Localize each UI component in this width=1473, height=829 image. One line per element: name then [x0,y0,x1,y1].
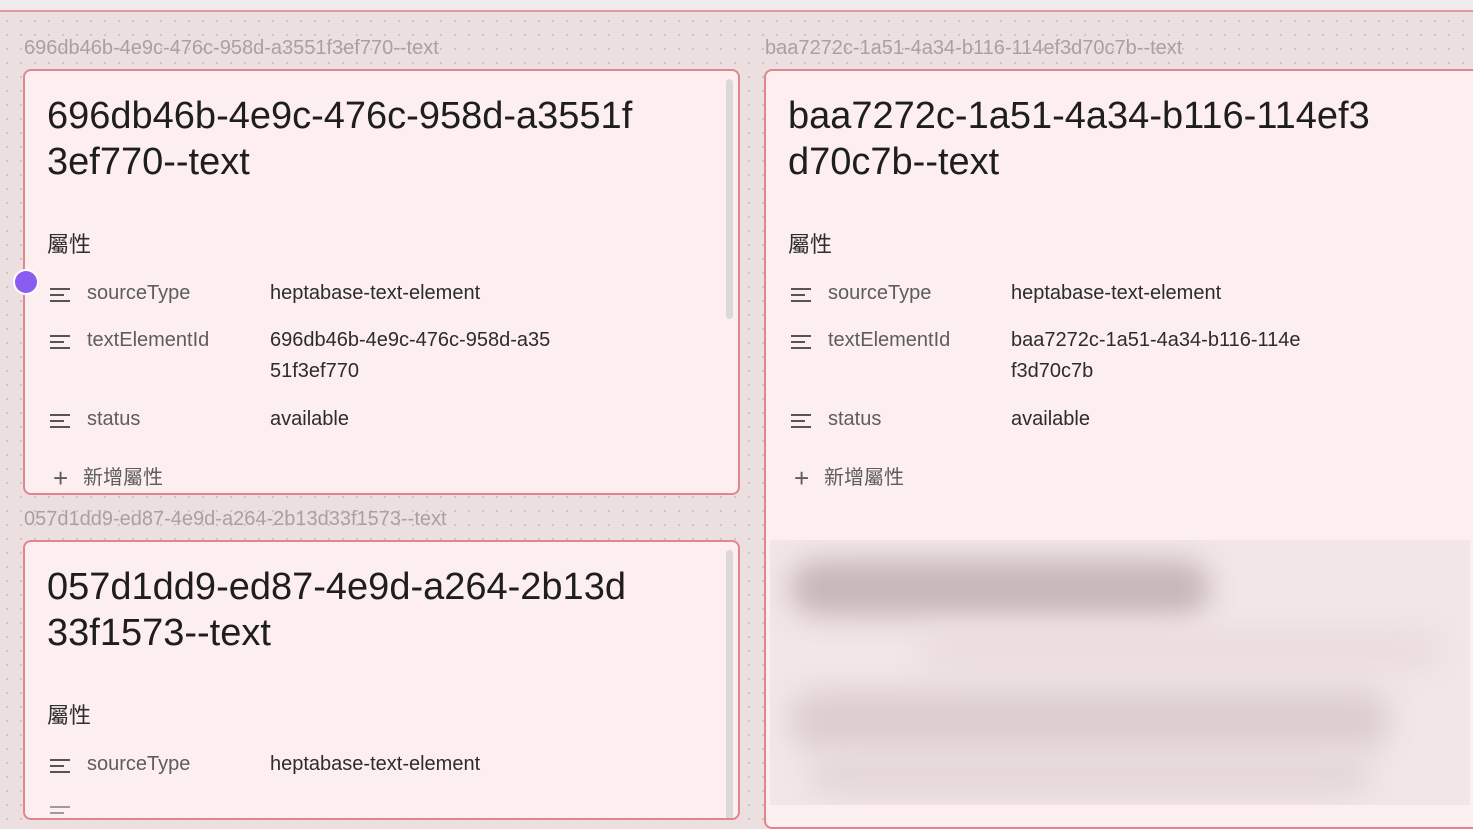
text-lines-icon [50,286,70,304]
connection-dot-icon[interactable] [15,271,37,293]
card[interactable]: 696db46b-4e9c-476c-958d-a3551f3ef770--te… [23,69,740,495]
text-lines-icon [50,333,70,351]
redacted-blob [810,755,1370,795]
property-key: sourceType [87,753,191,775]
property-key: sourceType [87,282,191,304]
text-lines-icon [50,804,70,818]
property-value[interactable]: heptabase-text-element [270,278,570,309]
redacted-blob [920,630,1440,670]
property-value[interactable]: heptabase-text-element [1011,278,1311,309]
redacted-blob [790,560,1210,616]
property-value[interactable]: baa7272c-1a51-4a34-b116-114ef3d70c7b [1011,325,1301,387]
property-value[interactable]: available [1011,404,1311,435]
add-property-button[interactable]: + 新增屬性 [53,461,163,493]
text-lines-icon [791,412,811,430]
property-value[interactable]: 696db46b-4e9c-476c-958d-a3551f3ef770 [270,325,560,387]
canvas-top-card-edge [0,0,1473,12]
property-key: textElementId [87,329,210,351]
card-label: baa7272c-1a51-4a34-b116-114ef3d70c7b--te… [765,37,1183,59]
card-title[interactable]: 057d1dd9-ed87-4e9d-a264-2b13d33f1573--te… [47,564,647,656]
plus-icon: + [794,463,810,493]
card-label: 696db46b-4e9c-476c-958d-a3551f3ef770--te… [24,37,439,59]
property-key: textElementId [828,329,951,351]
property-key: sourceType [828,282,932,304]
scrollbar[interactable] [726,79,733,319]
redacted-content [770,540,1470,805]
add-property-button[interactable]: + 新增屬性 [794,461,904,493]
add-property-label: 新增屬性 [83,467,163,489]
property-value[interactable]: heptabase-text-element [270,749,570,780]
add-property-label: 新增屬性 [824,467,904,489]
card-title[interactable]: 696db46b-4e9c-476c-958d-a3551f3ef770--te… [47,93,647,185]
property-value[interactable]: available [270,404,570,435]
plus-icon: + [53,463,69,493]
card[interactable]: 057d1dd9-ed87-4e9d-a264-2b13d33f1573--te… [23,540,740,820]
card-label: 057d1dd9-ed87-4e9d-a264-2b13d33f1573--te… [24,508,447,530]
properties-heading: 屬性 [47,232,92,257]
text-lines-icon [50,757,70,775]
redacted-blob [790,690,1390,750]
properties-heading: 屬性 [47,703,92,728]
card-title[interactable]: baa7272c-1a51-4a34-b116-114ef3d70c7b--te… [788,93,1388,185]
properties-heading: 屬性 [788,232,833,257]
property-key: status [828,408,882,430]
text-lines-icon [791,286,811,304]
property-key: status [87,408,141,430]
text-lines-icon [50,412,70,430]
scrollbar[interactable] [726,550,733,818]
text-lines-icon [791,333,811,351]
